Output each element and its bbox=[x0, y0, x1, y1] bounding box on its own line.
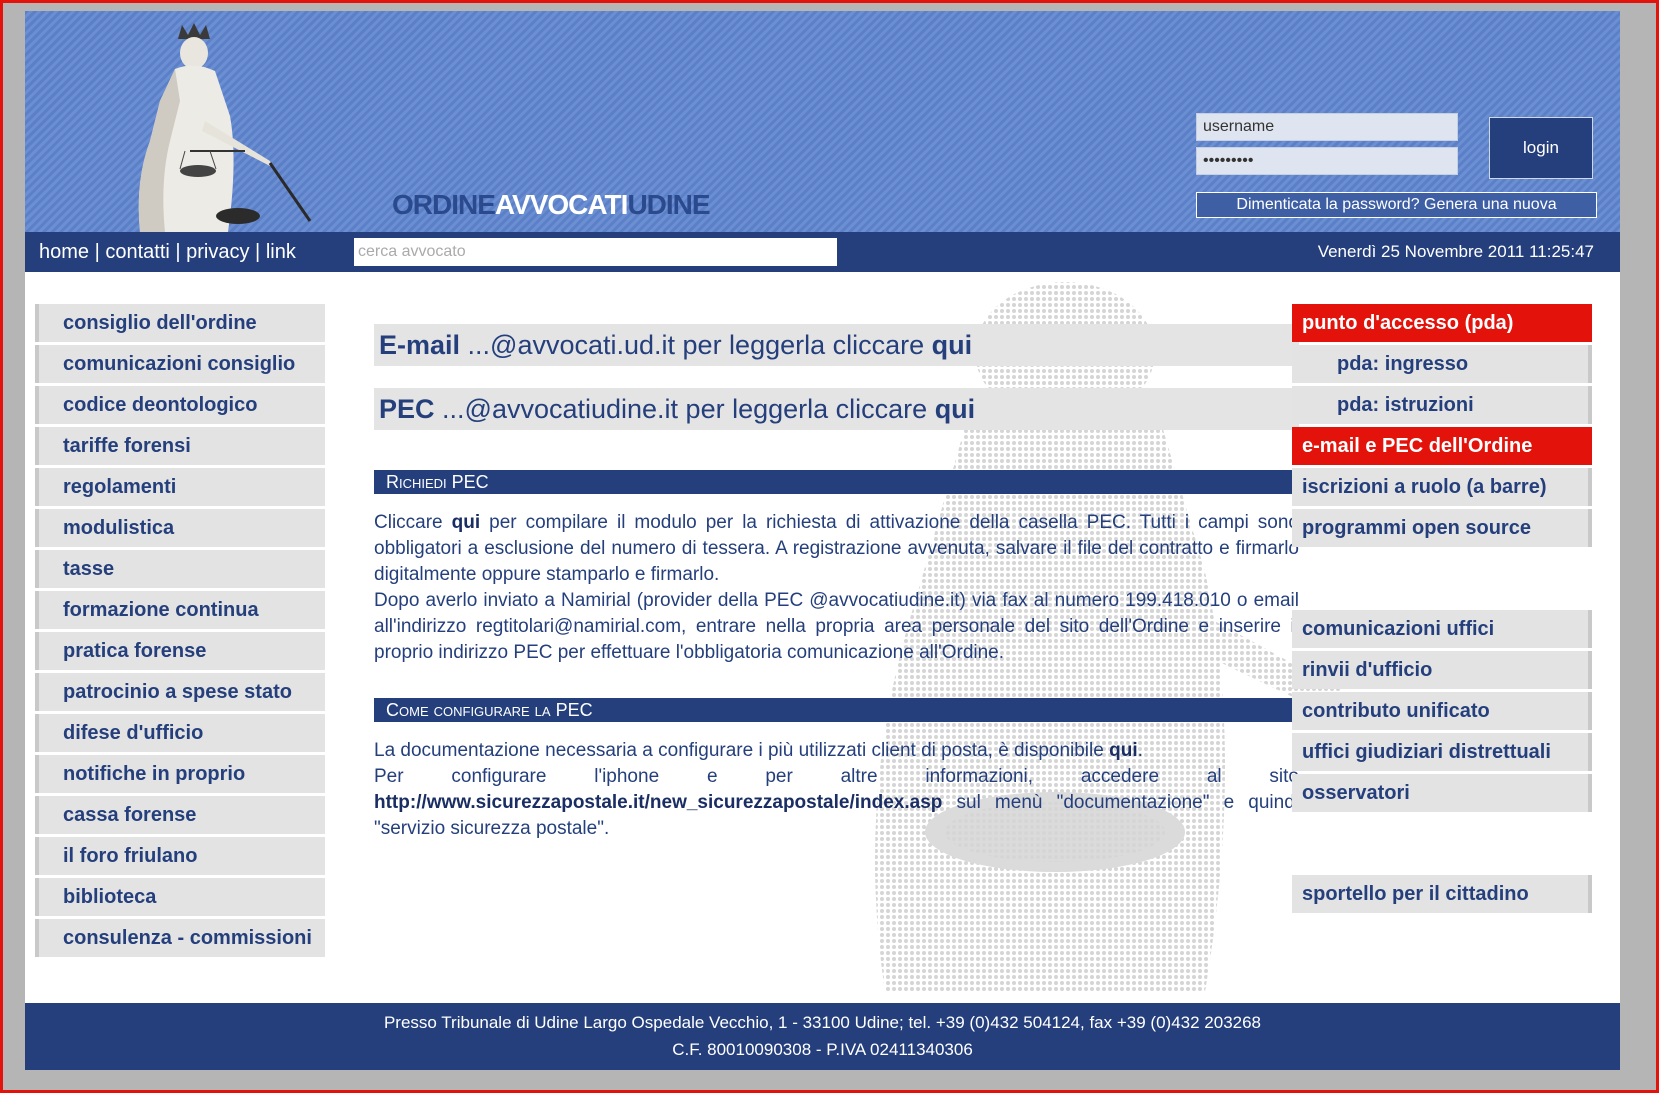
left-menu-item[interactable]: consiglio dell'ordine bbox=[35, 304, 325, 342]
left-menu-item[interactable]: tariffe forensi bbox=[35, 427, 325, 465]
justice-statue-logo bbox=[138, 23, 312, 232]
pec-webmail-box: PEC ...@avvocatiudine.it per leggerla cl… bbox=[374, 388, 1299, 430]
nav-link-contatti[interactable]: contatti bbox=[105, 241, 169, 263]
configurare-pec-text-1-end: . bbox=[1137, 740, 1143, 761]
right-menu-header-email-pec[interactable]: e-mail e PEC dell'Ordine bbox=[1292, 427, 1592, 465]
left-menu-item[interactable]: consulenza - commissioni bbox=[35, 919, 325, 957]
footer-address: Presso Tribunale di Udine Largo Ospedale… bbox=[383, 1013, 1262, 1032]
right-menu-item-rinvii[interactable]: rinvii d'ufficio bbox=[1292, 651, 1592, 689]
top-nav-bar: home | contatti | privacy | link cerca a… bbox=[25, 232, 1620, 272]
right-menu: punto d'accesso (pda) pda: ingresso pda:… bbox=[1292, 304, 1592, 916]
nav-links: home | contatti | privacy | link bbox=[39, 241, 296, 263]
left-menu-item[interactable]: notifiche in proprio bbox=[35, 755, 325, 793]
configurare-pec-paragraph: La documentazione necessaria a configura… bbox=[374, 738, 1299, 842]
header-banner: ORDINEAVVOCATIUDINE username ••••••••• l… bbox=[25, 11, 1620, 232]
left-menu-item[interactable]: comunicazioni consiglio bbox=[35, 345, 325, 383]
configurare-pec-text-2: Per configurare l'iphone e per altre inf… bbox=[374, 766, 1299, 787]
search-lawyer-input[interactable]: cerca avvocato bbox=[354, 238, 837, 266]
login-button[interactable]: login bbox=[1489, 117, 1593, 179]
email-webmail-box: E-mail ...@avvocati.ud.it per leggerla c… bbox=[374, 324, 1299, 366]
nav-link-link[interactable]: link bbox=[266, 241, 296, 263]
left-menu-item[interactable]: patrocinio a spese stato bbox=[35, 673, 325, 711]
right-menu-item-osservatori[interactable]: osservatori bbox=[1292, 774, 1592, 812]
sicurezzapostale-link[interactable]: http://www.sicurezzapostale.it/new_sicur… bbox=[374, 792, 942, 813]
email-label: E-mail bbox=[379, 330, 461, 360]
left-menu-item[interactable]: regolamenti bbox=[35, 468, 325, 506]
email-link[interactable]: qui bbox=[932, 330, 973, 360]
left-menu-item[interactable]: difese d'ufficio bbox=[35, 714, 325, 752]
pec-label: PEC bbox=[379, 394, 435, 424]
nav-link-home[interactable]: home bbox=[39, 241, 89, 263]
left-menu: consiglio dell'ordine comunicazioni cons… bbox=[35, 304, 325, 960]
nav-link-privacy[interactable]: privacy bbox=[186, 241, 249, 263]
footer-tax-ids: C.F. 80010090308 - P.IVA 02411340306 bbox=[672, 1040, 973, 1059]
configurare-pec-doc-link[interactable]: qui bbox=[1109, 740, 1138, 761]
pec-link[interactable]: qui bbox=[935, 394, 976, 424]
footer: Presso Tribunale di Udine Largo Ospedale… bbox=[25, 1003, 1620, 1070]
left-menu-item[interactable]: cassa forense bbox=[35, 796, 325, 834]
right-menu-item-pda-istruzioni[interactable]: pda: istruzioni bbox=[1292, 386, 1592, 424]
right-menu-item-uffici-giudiziari[interactable]: uffici giudiziari distrettuali bbox=[1292, 733, 1592, 771]
pec-text: ...@avvocatiudine.it per leggerla clicca… bbox=[434, 394, 935, 424]
page: ORDINEAVVOCATIUDINE username ••••••••• l… bbox=[25, 11, 1620, 1070]
right-menu-spacer bbox=[1292, 550, 1592, 610]
right-menu-item-pda-ingresso[interactable]: pda: ingresso bbox=[1292, 345, 1592, 383]
right-menu-item-comunicazioni-uffici[interactable]: comunicazioni uffici bbox=[1292, 610, 1592, 648]
left-menu-item[interactable]: biblioteca bbox=[35, 878, 325, 916]
left-menu-item[interactable]: tasse bbox=[35, 550, 325, 588]
right-menu-item-programmi[interactable]: programmi open source bbox=[1292, 509, 1592, 547]
richiedi-pec-text-rest: per compilare il modulo per la richiesta… bbox=[374, 512, 1300, 585]
right-menu-item-contributo[interactable]: contributo unificato bbox=[1292, 692, 1592, 730]
richiedi-pec-text-start: Cliccare bbox=[374, 512, 452, 533]
site-brand[interactable]: ORDINEAVVOCATIUDINE bbox=[392, 189, 711, 221]
section-heading-configurare-pec: Come configurare la PEC bbox=[374, 698, 1299, 722]
current-datetime: Venerdì 25 Novembre 2011 11:25:47 bbox=[1317, 242, 1594, 261]
brand-part-udine: UDINE bbox=[627, 189, 710, 220]
section-heading-richiedi-pec: Richiedi PEC bbox=[374, 470, 1299, 494]
richiedi-pec-paragraph: Cliccare qui per compilare il modulo per… bbox=[374, 510, 1299, 666]
left-menu-item[interactable]: modulistica bbox=[35, 509, 325, 547]
email-text: ...@avvocati.ud.it per leggerla cliccare bbox=[460, 330, 932, 360]
right-menu-item-sportello[interactable]: sportello per il cittadino bbox=[1292, 875, 1592, 913]
brand-part-avvocati: AVVOCATI bbox=[494, 189, 629, 220]
right-menu-item-iscrizioni[interactable]: iscrizioni a ruolo (a barre) bbox=[1292, 468, 1592, 506]
forgot-password-link[interactable]: Dimenticata la password? Genera una nuov… bbox=[1196, 192, 1597, 218]
richiedi-pec-text-2: Dopo averlo inviato a Namirial (provider… bbox=[374, 590, 1299, 663]
left-menu-item[interactable]: formazione continua bbox=[35, 591, 325, 629]
browser-frame: ORDINEAVVOCATIUDINE username ••••••••• l… bbox=[0, 0, 1659, 1093]
left-menu-item[interactable]: il foro friulano bbox=[35, 837, 325, 875]
richiedi-pec-link[interactable]: qui bbox=[452, 512, 481, 533]
left-menu-item[interactable]: pratica forense bbox=[35, 632, 325, 670]
username-field[interactable]: username bbox=[1196, 113, 1458, 141]
password-field[interactable]: ••••••••• bbox=[1196, 147, 1458, 175]
brand-part-ordine: ORDINE bbox=[392, 189, 496, 220]
right-menu-header-pda[interactable]: punto d'accesso (pda) bbox=[1292, 304, 1592, 342]
configurare-pec-text-1: La documentazione necessaria a configura… bbox=[374, 740, 1110, 761]
right-menu-spacer bbox=[1292, 815, 1592, 875]
left-menu-item[interactable]: codice deontologico bbox=[35, 386, 325, 424]
main-content: E-mail ...@avvocati.ud.it per leggerla c… bbox=[374, 324, 1299, 842]
